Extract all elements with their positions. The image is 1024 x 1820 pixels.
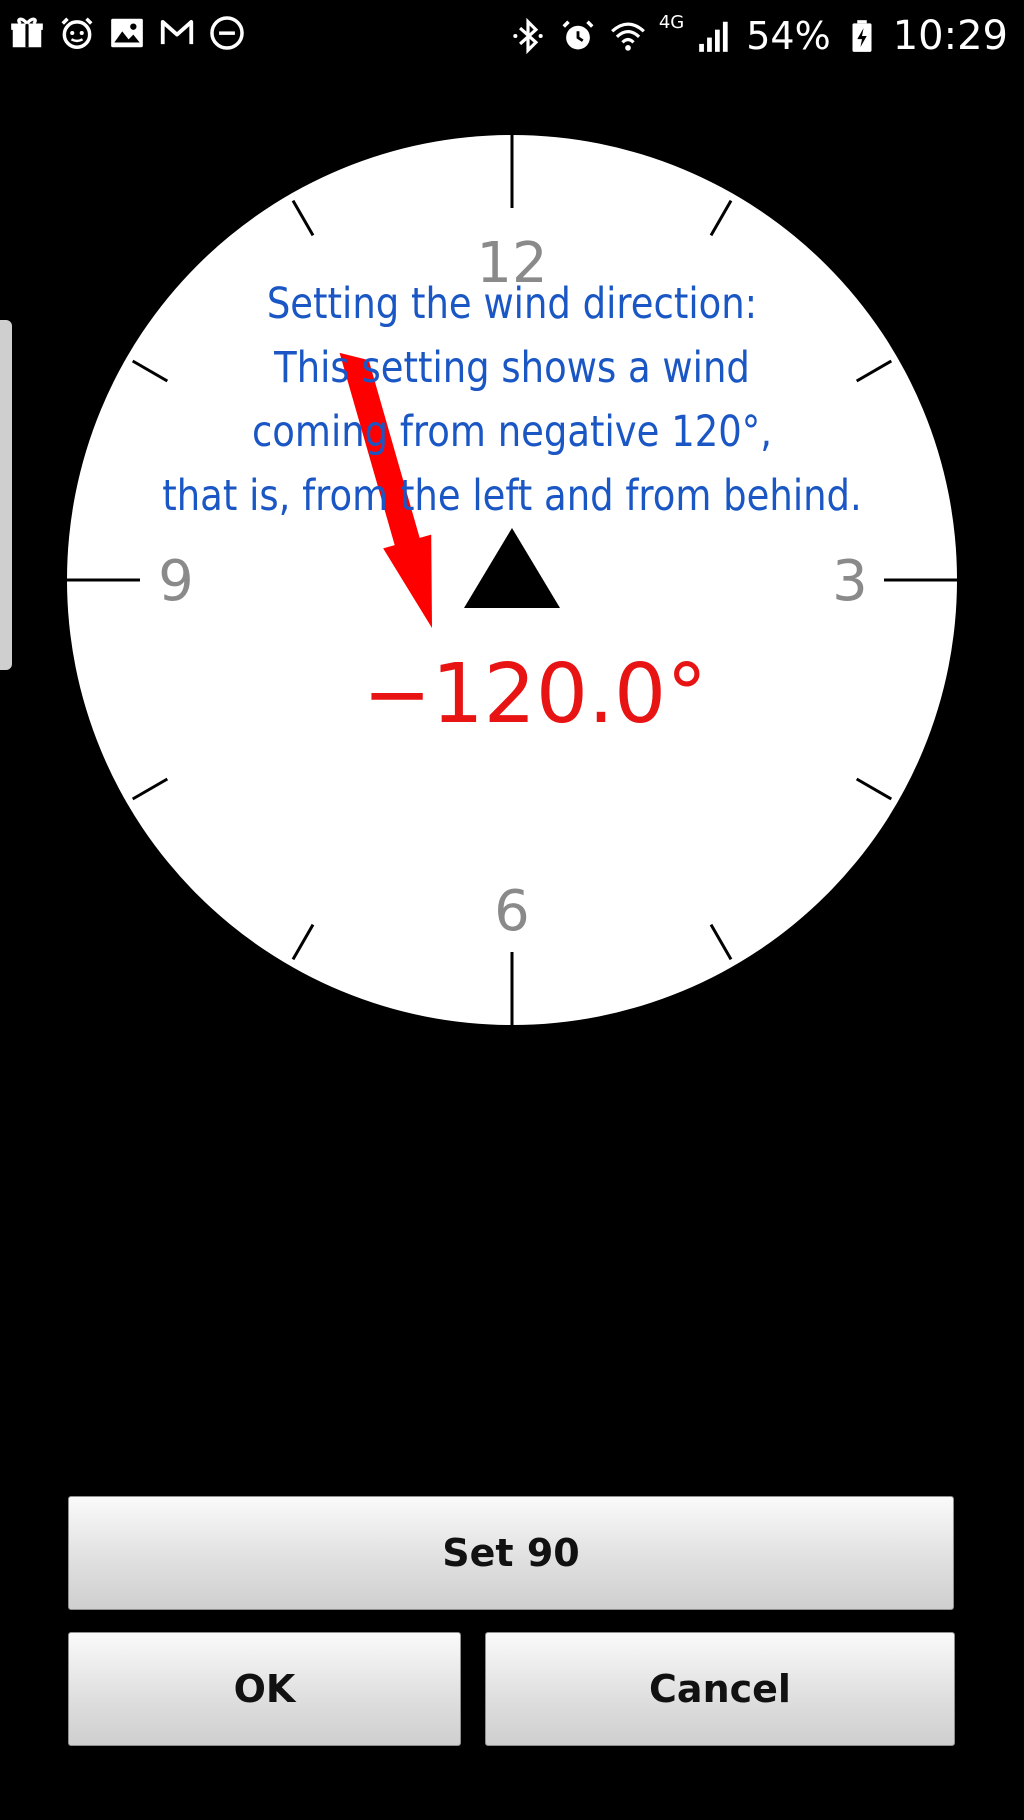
wind-dial[interactable]: 12 3 6 9 −120.0° (0, 0, 1024, 1100)
hour-label-3: 3 (832, 549, 868, 614)
screen: 4G 54% 10:29 12 3 6 9 −120.0° Setting th… (0, 0, 1024, 1820)
instruction-line-2: This setting shows a wind (274, 343, 750, 393)
instruction-line-4: that is, from the left and from behind. (162, 471, 862, 521)
cancel-button[interactable]: Cancel (485, 1632, 955, 1746)
hour-label-9: 9 (158, 549, 194, 614)
instruction-line-1: Setting the wind direction: (266, 279, 758, 329)
wind-angle-value: −120.0° (363, 647, 707, 742)
ok-button[interactable]: OK (68, 1632, 461, 1746)
hour-label-6: 6 (494, 879, 530, 944)
instruction-line-3: coming from negative 120°, (251, 407, 773, 457)
wind-instruction-text: Setting the wind direction: This setting… (123, 272, 900, 528)
set-90-button[interactable]: Set 90 (68, 1496, 954, 1610)
